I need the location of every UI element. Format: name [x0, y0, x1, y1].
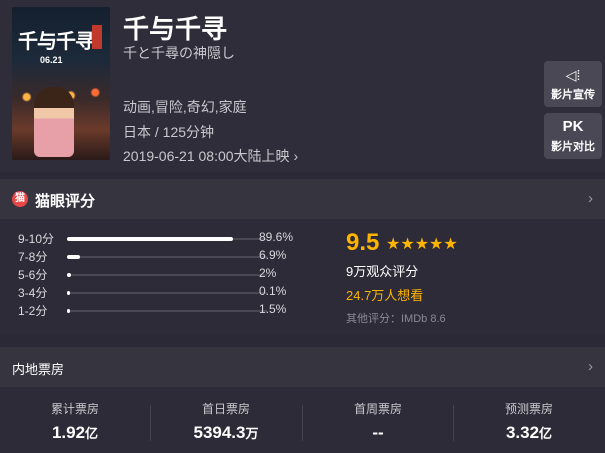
compare-label: 影片对比: [551, 140, 595, 153]
promo-button[interactable]: ◁⁞ 影片宣传: [544, 61, 602, 107]
stat-value: 3.32亿: [454, 423, 604, 443]
rating-row-percent: 2%: [259, 266, 277, 280]
stat-label: 累计票房: [50, 402, 99, 416]
poster-figure: [34, 87, 74, 157]
release-text: 2019-06-21 08:00大陆上映: [123, 148, 290, 164]
rating-row-label: 5-6分: [18, 268, 48, 282]
box-office-header[interactable]: 内地票房 ›: [0, 347, 605, 387]
box-office-stat: 首日票房 5394.3万: [151, 400, 301, 443]
movie-title: 千与千寻: [123, 14, 228, 44]
want-to-see-count: 24.7万人想看: [346, 288, 424, 303]
rating-bar-track: [67, 291, 267, 295]
chevron-right-icon: ›: [293, 148, 299, 164]
rating-bar-fill: [67, 291, 70, 295]
stat-label: 首日票房: [201, 402, 250, 416]
movie-header: 千与千寻 06.21 千与千寻 千と千尋の神隠し 动画,冒险,奇幻,家庭 日本 …: [0, 0, 605, 172]
box-office-stat: 首周票房 --: [303, 400, 453, 443]
stat-number: --: [372, 423, 384, 442]
stat-label: 预测票房: [504, 402, 553, 416]
box-office-stat: 累计票房 1.92亿: [0, 400, 150, 443]
maoyan-cat-icon: 猫: [12, 191, 28, 207]
poster-tag: [92, 25, 102, 49]
rating-row: 9-10分 89.6%: [18, 230, 308, 248]
speaker-icon: ◁⁞: [565, 66, 581, 83]
chevron-right-icon: ›: [588, 190, 593, 207]
poster-date: 06.21: [40, 55, 63, 65]
box-office-section: 内地票房 › 累计票房 1.92亿 首日票房 5394.3万 首周票房 -- 预…: [0, 347, 605, 453]
rating-score: 9.5: [346, 229, 380, 256]
rating-row: 7-8分 6.9%: [18, 248, 308, 266]
stat-value: 5394.3万: [151, 423, 301, 443]
box-office-title: 内地票房: [12, 362, 65, 377]
rating-header[interactable]: 猫 猫眼评分 ›: [0, 179, 605, 219]
rating-section: 猫 猫眼评分 › 9-10分 89.6% 7-8分 6.9% 5-6分 2% 3…: [0, 179, 605, 334]
rating-row-label: 9-10分: [18, 232, 55, 246]
rating-row-percent: 1.5%: [259, 302, 287, 316]
pk-icon: PK: [562, 117, 584, 135]
stat-label: 首周票房: [353, 402, 402, 416]
rating-row-percent: 89.6%: [259, 230, 294, 244]
other-rating: 其他评分：IMDb 8.6: [346, 313, 446, 325]
stat-value: --: [303, 423, 453, 443]
stat-number: 3.32: [505, 423, 540, 442]
stat-unit: 亿: [539, 426, 553, 441]
rating-row: 1-2分 1.5%: [18, 302, 308, 320]
stat-number: 1.92: [51, 423, 86, 442]
poster-title: 千与千寻: [18, 29, 95, 53]
stat-value: 1.92亿: [0, 423, 150, 443]
rating-row-percent: 6.9%: [259, 248, 287, 262]
movie-original-title: 千と千尋の神隠し: [123, 45, 235, 61]
rating-row-label: 3-4分: [18, 286, 48, 300]
rating-bar-track: [67, 273, 267, 277]
rating-bar-fill: [67, 255, 80, 259]
rating-bar-track: [67, 255, 267, 259]
box-office-stat: 预测票房 3.32亿: [454, 400, 604, 443]
chevron-right-icon: ›: [588, 358, 593, 375]
rating-bar-fill: [67, 237, 233, 241]
rating-bar-track: [67, 237, 267, 241]
rating-row: 5-6分 2%: [18, 266, 308, 284]
rating-row-label: 1-2分: [18, 304, 48, 318]
movie-release-link[interactable]: 2019-06-21 08:00大陆上映 ›: [123, 146, 298, 166]
rating-bar-track: [67, 309, 267, 313]
movie-country-duration: 日本 / 125分钟: [123, 124, 215, 140]
rating-row-label: 7-8分: [18, 250, 48, 264]
rating-row: 3-4分 0.1%: [18, 284, 308, 302]
movie-poster[interactable]: 千与千寻 06.21: [12, 7, 110, 160]
stat-number: 5394.3: [193, 423, 246, 442]
movie-genres: 动画,冒险,奇幻,家庭: [123, 99, 247, 115]
audience-count: 9万观众评分: [346, 264, 419, 279]
star-rating-icon: ★★★★★: [386, 236, 458, 253]
stat-unit: 万: [245, 426, 259, 441]
stat-unit: 亿: [85, 426, 99, 441]
rating-bar-fill: [67, 273, 71, 277]
rating-row-percent: 0.1%: [259, 284, 287, 298]
rating-title: 猫眼评分: [35, 193, 96, 210]
compare-button[interactable]: PK 影片对比: [544, 113, 602, 159]
rating-bar-fill: [67, 309, 70, 313]
promo-label: 影片宣传: [551, 88, 595, 101]
